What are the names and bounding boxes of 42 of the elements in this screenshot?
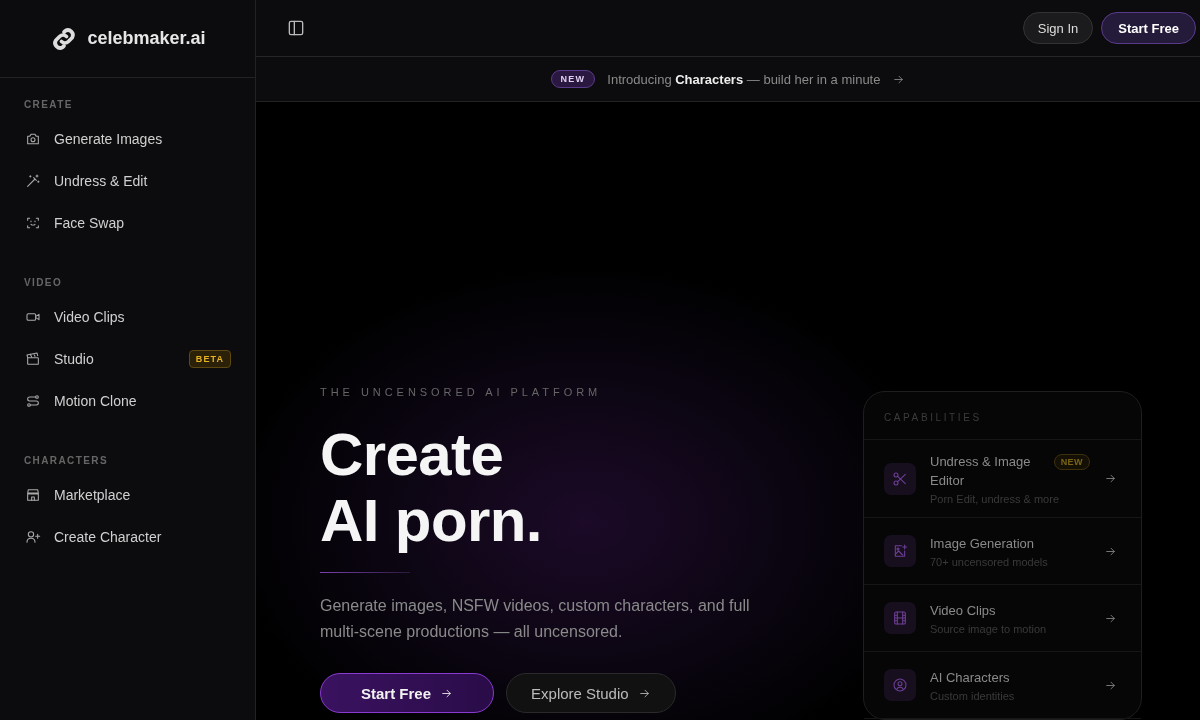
sidebar-item[interactable]: Generate Images [0, 118, 255, 160]
image-plus-icon [892, 543, 908, 559]
storefront-icon [25, 487, 41, 503]
sidebar-item[interactable]: Motion Clone [0, 380, 255, 422]
explore-studio-button[interactable]: Explore Studio [506, 673, 676, 713]
capability-title: Video Clips [930, 602, 997, 620]
face-scan-icon [25, 215, 41, 231]
beta-badge: BETA [188, 350, 231, 368]
arrow-right-icon [1104, 472, 1117, 485]
start-free-button[interactable]: Start Free [1101, 12, 1196, 44]
capability-title: Image Generation [930, 535, 1036, 553]
announcement-bar[interactable]: NEW Introducing Characters — build her in a minute [256, 57, 1200, 102]
scissors-icon [892, 470, 908, 487]
panel-icon [286, 18, 306, 38]
section-heading: VIDEO [23, 276, 64, 290]
section-heading: CREATE [23, 98, 74, 112]
sidebar-item[interactable]: Studio BETA [0, 338, 255, 380]
magic-wand-icon [25, 173, 41, 189]
clapperboard-icon [25, 351, 41, 367]
headline: Create [320, 422, 505, 488]
new-badge: NEW [550, 70, 596, 88]
sidebar-item[interactable]: Face Swap [0, 202, 255, 244]
sidebar-item[interactable]: Create Character [0, 516, 255, 558]
eyebrow-text: THE UNCENSORED AI PLATFORM [320, 386, 603, 398]
new-badge: NEW [1053, 454, 1090, 470]
hero-description: Generate images, NSFW videos, custom characters, and full multi-scene productions — all uncensored. [320, 596, 751, 642]
sidebar-item[interactable]: Video Clips [0, 296, 255, 338]
route-icon [25, 393, 41, 409]
user-circle-icon [892, 677, 908, 693]
capability-title: Undress & Image Editor [930, 453, 1032, 490]
logo-text: celebmaker.ai [87, 28, 206, 49]
sidebar-item[interactable]: Marketplace [0, 474, 255, 516]
headline: AI porn. [320, 488, 543, 554]
sidebar-item[interactable]: Undress & Edit [0, 160, 255, 202]
user-plus-icon [25, 529, 41, 545]
announcement-text: Introducing Characters — build her in a minute [607, 71, 881, 87]
section-heading: CHARACTERS [23, 454, 109, 468]
film-icon [892, 610, 908, 626]
sign-in-button[interactable]: Sign In [1022, 12, 1094, 44]
start-free-button[interactable]: Start Free [320, 673, 495, 713]
camera-icon [25, 131, 41, 147]
capability-title: AI Characters [930, 669, 1011, 687]
